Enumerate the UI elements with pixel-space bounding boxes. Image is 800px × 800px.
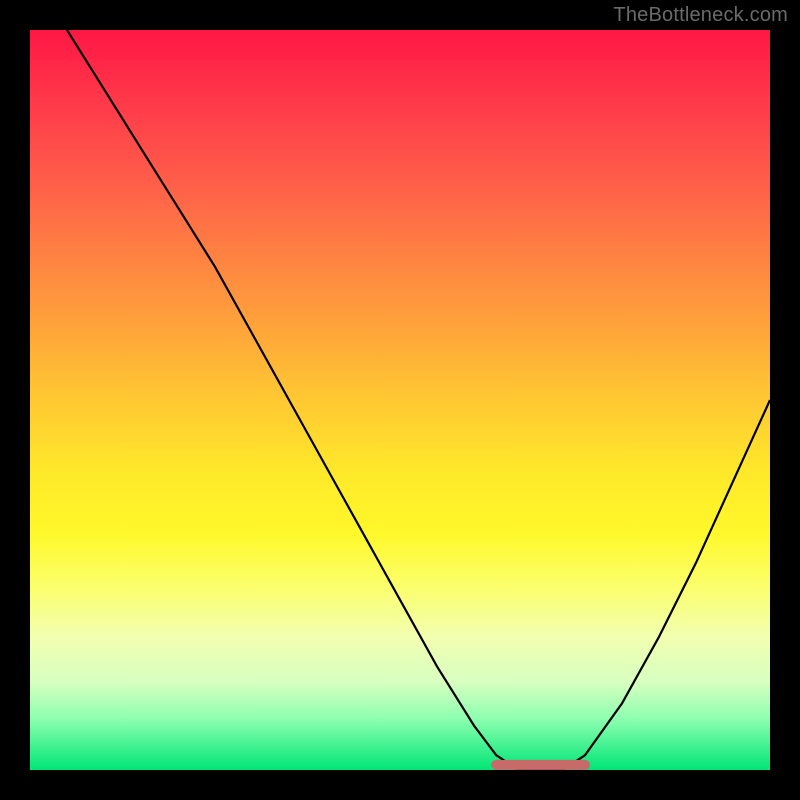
plot-area [30, 30, 770, 770]
curve-group [67, 30, 770, 770]
chart-container: TheBottleneck.com [0, 0, 800, 800]
chart-svg [30, 30, 770, 770]
main-curve [67, 30, 770, 770]
attribution-text: TheBottleneck.com [613, 4, 788, 27]
